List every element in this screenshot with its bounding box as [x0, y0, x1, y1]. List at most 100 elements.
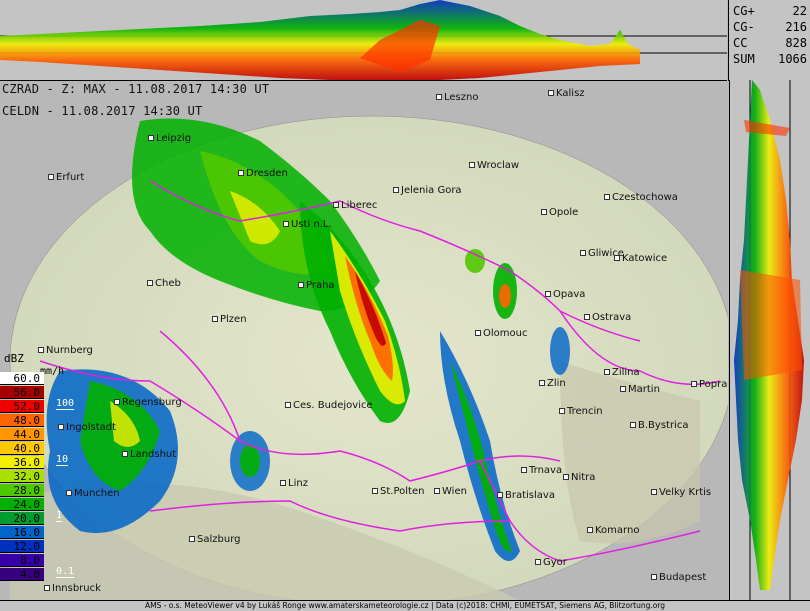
header-lightning-line: CELDN - 11.08.2017 14:30 UT [2, 104, 203, 118]
city-marker-icon [148, 135, 154, 141]
legend-title: dBZ [4, 352, 24, 365]
city-name: Wroclaw [477, 160, 520, 171]
city-name: Zlin [547, 378, 566, 389]
city-marker-icon [587, 527, 593, 533]
legend-row: 60.0 [0, 372, 44, 385]
legend-row: 52.0 [0, 400, 44, 413]
city-name: Martin [628, 384, 660, 395]
city-label: Wroclaw [469, 160, 519, 171]
lightning-stats-panel: CG+ 22 CG- 216 CC 828 SUM 1066 [728, 0, 810, 81]
legend-row: 20.0 [0, 512, 44, 525]
city-name: Katowice [622, 253, 668, 264]
city-name: Zilina [612, 367, 640, 378]
city-label: B.Bystrica [630, 420, 688, 431]
city-name: Budapest [659, 572, 707, 583]
city-marker-icon [630, 422, 636, 428]
city-marker-icon [651, 489, 657, 495]
city-label: Leszno [436, 92, 478, 103]
legend-row: 56.0 [0, 386, 44, 399]
city-label: Cheb [147, 278, 181, 289]
city-label: Ostrava [584, 312, 631, 323]
city-label: Ingolstadt [58, 422, 116, 433]
city-name: Linz [288, 478, 308, 489]
city-name: St.Polten [380, 486, 425, 497]
legend-row: 28.0 [0, 484, 44, 497]
city-marker-icon [434, 488, 440, 494]
city-label: Salzburg [189, 534, 240, 545]
city-label: Linz [280, 478, 308, 489]
legend-row: 24.0 [0, 498, 44, 511]
city-marker-icon [548, 90, 554, 96]
city-marker-icon [58, 424, 64, 430]
map-canvas [9, 115, 728, 600]
stat-cg-negative: CG- 216 [733, 20, 807, 34]
city-label: Regensburg [114, 397, 182, 408]
city-label: Kalisz [548, 88, 585, 99]
city-marker-icon [580, 250, 586, 256]
city-marker-icon [545, 291, 551, 297]
right-projection-panel [729, 80, 810, 600]
city-marker-icon [604, 369, 610, 375]
city-label: Martin [620, 384, 660, 395]
right-projection-chart [734, 80, 804, 600]
city-marker-icon [122, 451, 128, 457]
legend-mm-mark: 0.1 [56, 566, 75, 578]
city-label: Erfurt [48, 172, 84, 183]
footer-credits: AMS - o.s. MeteoViewer v4 by Lukáš Ronge… [0, 600, 810, 611]
legend-row: 48.0 [0, 414, 44, 427]
city-name: Innsbruck [52, 583, 101, 594]
radar-map[interactable]: CZRAD - Z: MAX - 11.08.2017 14:30 UT CEL… [0, 81, 728, 600]
city-label: Ces. Budejovice [285, 400, 373, 411]
city-name: Opole [549, 207, 579, 218]
city-marker-icon [614, 255, 620, 261]
city-marker-icon [283, 221, 289, 227]
city-label: Jelenia Gora [393, 185, 462, 196]
city-name: Nitra [571, 472, 596, 483]
city-name: Munchen [74, 488, 120, 499]
top-projection-chart [0, 0, 727, 80]
city-label: Poprad [691, 379, 728, 390]
city-marker-icon [147, 280, 153, 286]
city-name: Erfurt [56, 172, 85, 183]
city-name: Opava [553, 289, 586, 300]
city-name: Olomouc [483, 328, 528, 339]
city-label: Landshut [122, 449, 176, 460]
city-marker-icon [620, 386, 626, 392]
city-label: Czestochowa [604, 192, 678, 203]
stat-cg-positive: CG+ 22 [733, 4, 807, 18]
city-name: Regensburg [122, 397, 182, 408]
city-name: Landshut [130, 449, 177, 460]
city-name: Leipzig [156, 133, 192, 144]
city-marker-icon [604, 194, 610, 200]
city-marker-icon [436, 94, 442, 100]
city-marker-icon [475, 330, 481, 336]
city-label: Olomouc [475, 328, 527, 339]
legend-row: 44.0 [0, 428, 44, 441]
city-label: Trnava [521, 465, 562, 476]
city-label: Dresden [238, 168, 288, 179]
city-label: Velky Krtis [651, 487, 711, 498]
city-marker-icon [535, 559, 541, 565]
stat-sum: SUM 1066 [733, 52, 807, 66]
city-label: Nurnberg [38, 345, 93, 356]
city-name: Trencin [567, 406, 603, 417]
city-name: Usti n.L. [291, 219, 332, 230]
city-label: Katowice [614, 253, 667, 264]
city-name: Jelenia Gora [401, 185, 462, 196]
city-marker-icon [563, 474, 569, 480]
city-label: Zilina [604, 367, 640, 378]
city-name: Dresden [246, 168, 288, 179]
city-marker-icon [521, 467, 527, 473]
city-marker-icon [212, 316, 218, 322]
city-name: Nurnberg [46, 345, 93, 356]
stat-cc: CC 828 [733, 36, 807, 50]
city-marker-icon [48, 174, 54, 180]
city-label: Opava [545, 289, 585, 300]
city-name: Kalisz [556, 88, 585, 99]
city-name: Praha [306, 280, 335, 291]
legend-row: 12.0 [0, 540, 44, 553]
city-name: Czestochowa [612, 192, 678, 203]
city-label: Wien [434, 486, 467, 497]
city-label: Liberec [333, 200, 377, 211]
city-marker-icon [333, 202, 339, 208]
